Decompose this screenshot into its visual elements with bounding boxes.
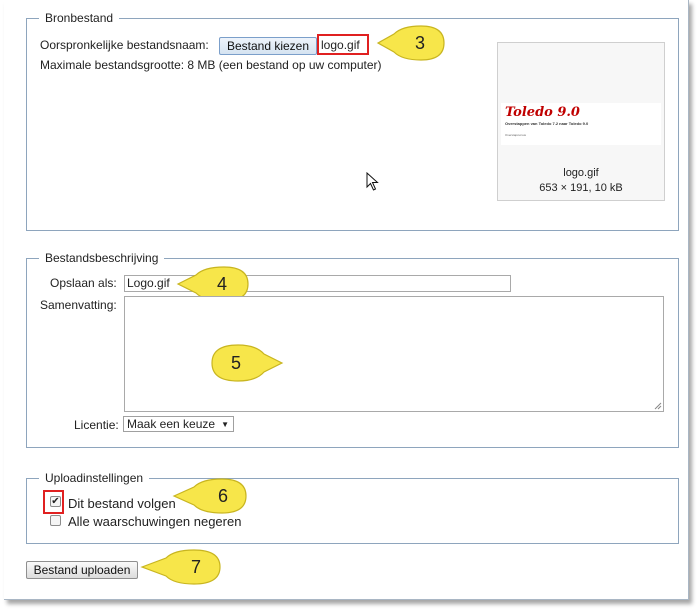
max-size-text: Maximale bestandsgrootte: 8 MB (een best… — [40, 58, 382, 72]
license-select-value: Maak een keuze — [127, 417, 216, 431]
summary-textarea[interactable] — [124, 296, 664, 412]
filename-label: Oorspronkelijke bestandsnaam: — [40, 38, 209, 52]
preview-file-info: 653 × 191, 10 kB — [539, 182, 623, 194]
callout-4-number: 4 — [216, 274, 227, 294]
chosen-file-highlight — [317, 34, 369, 55]
resize-grip-icon[interactable] — [653, 401, 662, 410]
file-preview-thumbnail[interactable]: Toledo 9.0 Overstappen van Toledo 7.2 na… — [497, 42, 665, 201]
upload-settings-fieldset: Uploadinstellingen — [26, 471, 679, 544]
choose-file-button[interactable]: Bestand kiezen — [219, 37, 317, 55]
upload-form-window: Bronbestand Oorspronkelijke bestandsnaam… — [4, 0, 689, 600]
logo-title: Toledo 9.0 — [505, 105, 580, 120]
watch-checkbox-highlight — [43, 490, 64, 514]
license-select[interactable]: Maak een keuze ▼ — [123, 416, 234, 432]
callout-5-number: 5 — [230, 353, 241, 373]
logo-subtitle: Overstappen van Toledo 7.2 naar Toledo 9… — [505, 121, 589, 126]
ignore-warnings-checkbox[interactable] — [50, 515, 61, 526]
source-file-legend: Bronbestand — [39, 11, 120, 25]
description-legend: Bestandsbeschrijving — [39, 251, 165, 265]
preview-file-name: logo.gif — [563, 167, 599, 179]
callout-7-number: 7 — [190, 557, 201, 577]
logo-small-text: Overstapcursus — [505, 133, 527, 137]
chevron-down-icon: ▼ — [221, 420, 229, 429]
callout-6-number: 6 — [217, 486, 228, 506]
upload-file-button[interactable]: Bestand uploaden — [26, 561, 138, 579]
summary-label: Samenvatting: — [40, 298, 117, 312]
license-label: Licentie: — [74, 418, 119, 432]
logo-preview-image: Toledo 9.0 Overstappen van Toledo 7.2 na… — [501, 103, 661, 145]
save-as-label: Opslaan als: — [50, 276, 117, 290]
callout-3-number: 3 — [414, 33, 425, 53]
upload-settings-legend: Uploadinstellingen — [39, 471, 150, 485]
ignore-warnings-label: Alle waarschuwingen negeren — [68, 514, 242, 529]
mouse-cursor-icon — [366, 172, 379, 191]
watch-file-label: Dit bestand volgen — [68, 496, 176, 511]
